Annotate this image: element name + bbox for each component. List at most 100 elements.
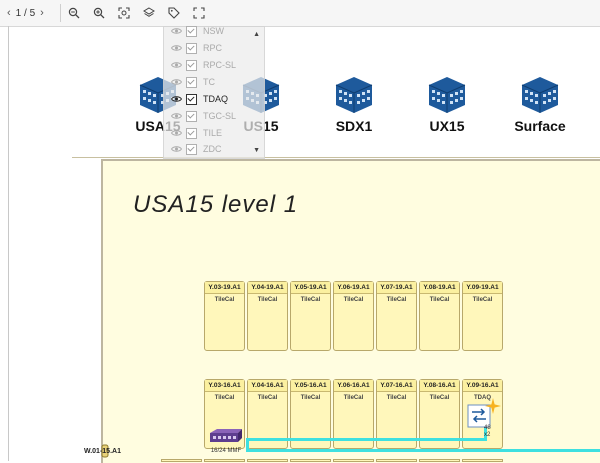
layer-checkbox[interactable] <box>186 127 197 139</box>
building-icon <box>428 77 466 113</box>
scroll-down-icon[interactable]: ▼ <box>253 147 260 154</box>
rack-system: TileCal <box>257 297 278 303</box>
rack-id: Y.06-16.A1 <box>334 380 373 392</box>
building-surface[interactable]: Surface <box>500 75 580 134</box>
zoom-in-button[interactable] <box>88 3 110 23</box>
layer-checkbox[interactable] <box>186 143 197 155</box>
layer-item-nsw[interactable]: NSW <box>170 23 224 39</box>
layer-checkbox[interactable] <box>186 59 197 71</box>
rack-system: TileCal <box>343 297 364 303</box>
toolbar: ‹ 1 / 5 › <box>0 0 600 27</box>
rack[interactable]: Y.07-19.A1 TileCal <box>376 281 417 351</box>
eye-icon[interactable] <box>170 59 182 71</box>
fullscreen-icon <box>193 7 205 19</box>
rack-id: Y.07-16.A1 <box>377 380 416 392</box>
switch-port-count: 48 <box>484 425 491 431</box>
layer-label: RPC-SL <box>203 60 237 70</box>
rack[interactable]: Y.04-19.A1 TileCal <box>247 281 288 351</box>
section-divider <box>72 157 600 158</box>
tag-button[interactable] <box>163 3 185 23</box>
rack-system: TileCal <box>343 395 364 401</box>
scroll-up-icon[interactable]: ▲ <box>253 31 260 38</box>
rack-system: TileCal <box>257 395 278 401</box>
layer-label: ZDC <box>203 144 222 154</box>
rack-id: Y.05-19.A1 <box>291 282 330 294</box>
building-sdx1[interactable]: SDX1 <box>314 75 394 134</box>
eye-icon[interactable] <box>170 110 182 122</box>
fit-view-icon <box>118 7 130 19</box>
cable-route <box>246 449 600 452</box>
layer-checkbox[interactable] <box>186 42 197 54</box>
layer-item-tgc-sl[interactable]: TGC-SL <box>170 108 236 124</box>
fit-view-button[interactable] <box>113 3 135 23</box>
rack-id: Y.08-19.A1 <box>420 282 459 294</box>
rack-system: TileCal <box>214 297 235 303</box>
rack[interactable]: Y.09-19.A1 TileCal <box>462 281 503 351</box>
building-ux15[interactable]: UX15 <box>407 75 487 134</box>
zoom-out-button[interactable] <box>63 3 85 23</box>
rack-id: Y.04-16.A1 <box>248 380 287 392</box>
wall-socket-label: W.01-15.A1 <box>84 448 121 455</box>
chevron-right-icon[interactable]: › <box>37 7 47 19</box>
rack-id: Y.09-19.A1 <box>463 282 502 294</box>
layer-label: TILE <box>203 128 223 138</box>
layer-item-zdc[interactable]: ZDC <box>170 141 222 157</box>
rack-system: TileCal <box>429 297 450 303</box>
layer-checkbox[interactable] <box>186 76 197 88</box>
layer-label: RPC <box>203 43 223 53</box>
rack-id: Y.04-19.A1 <box>248 282 287 294</box>
rack-id: Y.05-16.A1 <box>291 380 330 392</box>
rack-system: TileCal <box>429 395 450 401</box>
patch-panel-icon <box>210 429 242 442</box>
rack[interactable]: Y.08-19.A1 TileCal <box>419 281 460 351</box>
building-label: Surface <box>514 118 566 134</box>
patch-panel-label: 16/24 MMF <box>210 448 242 454</box>
eye-icon[interactable] <box>170 93 182 105</box>
building-icon <box>335 77 373 113</box>
layer-item-tile[interactable]: TILE <box>170 125 222 141</box>
rack-id: Y.03-16.A1 <box>205 380 244 392</box>
patch-panel[interactable]: 16/24 MMF <box>207 428 245 454</box>
rack[interactable]: Y.05-19.A1 TileCal <box>290 281 331 351</box>
rack-system: TileCal <box>386 395 407 401</box>
page-navigator: ‹ 1 / 5 › <box>4 3 56 23</box>
building-label: UX15 <box>429 118 465 134</box>
layer-label: TC <box>203 77 215 87</box>
toolbar-divider <box>60 4 61 22</box>
layers-button[interactable] <box>138 3 160 23</box>
building-label: SDX1 <box>335 118 373 134</box>
eye-icon[interactable] <box>170 143 182 155</box>
star-highlight-icon <box>485 398 501 414</box>
eye-icon[interactable] <box>170 25 182 37</box>
tag-icon <box>168 7 180 19</box>
rack[interactable]: Y.03-19.A1 TileCal <box>204 281 245 351</box>
building-icon <box>521 77 559 113</box>
eye-icon[interactable] <box>170 42 182 54</box>
zoom-out-icon <box>68 7 80 19</box>
rack-system: TileCal <box>214 395 235 401</box>
rack-id: Y.08-16.A1 <box>420 380 459 392</box>
layer-item-tdaq[interactable]: TDAQ <box>170 91 228 107</box>
canvas-border <box>8 26 9 461</box>
layer-item-rpc[interactable]: RPC <box>170 40 222 56</box>
eye-icon[interactable] <box>170 76 182 88</box>
layer-item-tc[interactable]: TC <box>170 74 215 90</box>
layers-icon <box>143 7 155 17</box>
fullscreen-button[interactable] <box>188 3 210 23</box>
rack-system: TileCal <box>472 297 493 303</box>
layer-item-rpc-sl[interactable]: RPC-SL <box>170 57 236 73</box>
layer-checkbox[interactable] <box>186 110 197 122</box>
rack-id: Y.07-19.A1 <box>377 282 416 294</box>
rack[interactable]: Y.06-19.A1 TileCal <box>333 281 374 351</box>
zoom-in-icon <box>93 7 105 19</box>
layer-checkbox[interactable] <box>186 25 197 37</box>
network-switch[interactable]: 48 x2 <box>467 398 501 438</box>
rack-system: TileCal <box>300 297 321 303</box>
layer-checkbox[interactable] <box>186 93 197 105</box>
eye-icon[interactable] <box>170 127 182 139</box>
switch-multiplier: x2 <box>484 432 491 438</box>
floor-plan-title: USA15 level 1 <box>133 191 299 218</box>
layers-dropdown[interactable]: ▲ NSW RPC RPC-SL TC TDAQ TGC-SL TILE ZDC… <box>163 23 265 159</box>
chevron-left-icon[interactable]: ‹ <box>4 7 14 19</box>
layer-label: NSW <box>203 26 224 36</box>
